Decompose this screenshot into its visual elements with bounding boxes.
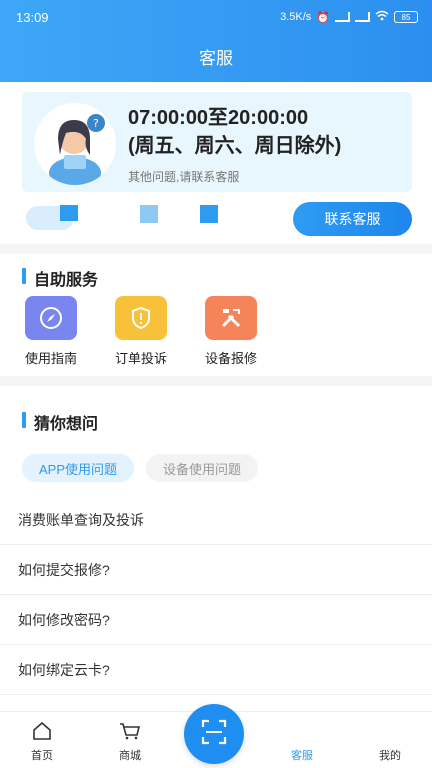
tab-mall[interactable]: 商城 <box>100 722 160 763</box>
net-speed: 3.5K/s <box>280 11 312 23</box>
service-guide[interactable]: 使用指南 <box>11 296 91 367</box>
tab-service[interactable]: 客服 <box>272 722 332 763</box>
tab-mine[interactable]: 我的 <box>360 722 420 763</box>
battery-icon: 85 <box>394 11 418 23</box>
scan-button[interactable] <box>184 704 244 764</box>
cart-icon <box>119 723 141 743</box>
signal-icon <box>335 12 350 22</box>
tab-label: 首页 <box>31 750 53 762</box>
tab-label: 商城 <box>119 750 141 762</box>
self-service-title: 自助服务 <box>34 272 99 289</box>
status-bar: 13:09 3.5K/s ⏰ 85 <box>0 0 432 34</box>
tab-label: 我的 <box>379 750 401 762</box>
page-title: 客服 <box>199 49 233 68</box>
compass-icon <box>25 296 77 340</box>
header: 13:09 3.5K/s ⏰ 85 客服 <box>0 0 432 82</box>
blurred-shape <box>60 205 78 221</box>
home-icon <box>32 721 52 743</box>
faq-item[interactable]: 如何修改密码? <box>0 595 432 645</box>
status-time: 13:09 <box>16 9 49 25</box>
faq-item[interactable]: 消费账单查询及投诉 <box>0 495 432 545</box>
service-hours: 07:00:00至20:00:00 (周五、周六、周日除外) <box>128 104 341 160</box>
tab-app-issues[interactable]: APP使用问题 <box>22 454 134 482</box>
customer-service-avatar: ? <box>34 103 116 185</box>
contact-service-button[interactable]: 联系客服 <box>293 202 412 236</box>
faq-item[interactable]: 如何绑定云卡? <box>0 645 432 695</box>
tools-icon <box>205 296 257 340</box>
service-label: 订单投诉 <box>114 351 167 366</box>
tab-label: 客服 <box>291 750 313 762</box>
section-marker <box>22 412 26 428</box>
scan-icon <box>200 718 228 751</box>
shield-alert-icon <box>115 296 167 340</box>
wifi-icon <box>375 10 389 24</box>
service-label: 设备报修 <box>204 351 257 366</box>
status-icons: 3.5K/s ⏰ 85 <box>280 10 418 24</box>
blurred-shape <box>200 205 218 223</box>
tab-home[interactable]: 首页 <box>12 721 72 763</box>
tab-device-issues[interactable]: 设备使用问题 <box>146 454 258 482</box>
service-label: 使用指南 <box>24 351 77 366</box>
service-complaint[interactable]: 订单投诉 <box>101 296 181 367</box>
service-hours-exclusion: (周五、周六、周日除外) <box>128 135 342 157</box>
hours-note: 其他问题,请联系客服 <box>128 170 240 184</box>
section-marker <box>22 268 26 284</box>
svg-text:?: ? <box>93 117 99 130</box>
service-repair[interactable]: 设备报修 <box>191 296 271 367</box>
faq-item[interactable]: 如何提交报修? <box>0 545 432 595</box>
alarm-icon: ⏰ <box>316 11 330 24</box>
blurred-shape <box>140 205 158 223</box>
guess-title: 猜你想问 <box>34 416 99 433</box>
service-hours-time: 07:00:00至20:00:00 <box>128 107 309 129</box>
signal-icon-2 <box>355 12 370 22</box>
